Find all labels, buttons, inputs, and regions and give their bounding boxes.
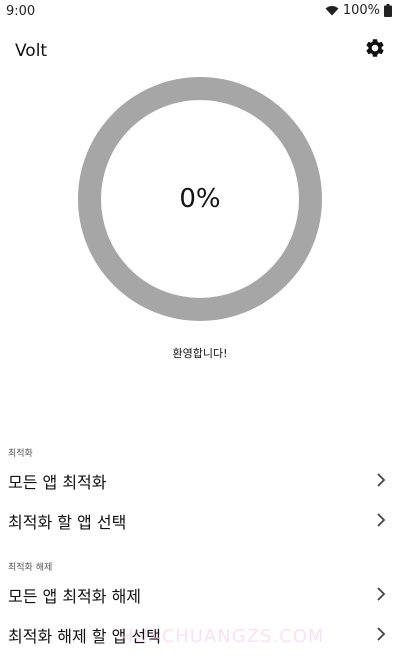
chevron-right-icon bbox=[376, 512, 386, 528]
chevron-right-icon bbox=[376, 586, 386, 602]
status-time: 9:00 bbox=[6, 4, 36, 19]
optimize-all-apps-item[interactable]: 모든 앱 최적화 bbox=[0, 460, 400, 500]
section-label-deoptimize: 최적화 해제 bbox=[8, 563, 53, 573]
welcome-message: 환영합니다! bbox=[172, 347, 228, 360]
list-item-label: 모든 앱 최적화 해제 bbox=[8, 587, 142, 606]
select-apps-to-optimize-item[interactable]: 최적화 할 앱 선택 bbox=[0, 500, 400, 540]
status-bar: 9:00 100% bbox=[0, 0, 400, 24]
wifi-icon bbox=[325, 5, 339, 16]
gear-icon bbox=[364, 37, 386, 63]
deoptimize-all-apps-item[interactable]: 모든 앱 최적화 해제 bbox=[0, 574, 400, 614]
status-right: 100% bbox=[325, 3, 392, 18]
app-screen: 9:00 100% Volt 0% 환영합니다! 최적화 모든 앱 최적화 최적… bbox=[0, 0, 400, 661]
list-item-label: 최적화 해제 할 앱 선택 bbox=[8, 627, 161, 646]
chevron-right-icon bbox=[376, 472, 386, 488]
battery-percent: 100% bbox=[342, 3, 380, 18]
app-title: Volt bbox=[15, 41, 48, 61]
settings-button[interactable] bbox=[363, 38, 387, 62]
list-item-label: 모든 앱 최적화 bbox=[8, 473, 107, 492]
select-apps-to-deoptimize-item[interactable]: 최적화 해제 할 앱 선택 bbox=[0, 614, 400, 654]
list-item-label: 최적화 할 앱 선택 bbox=[8, 513, 127, 532]
progress-percent: 0% bbox=[179, 184, 221, 214]
chevron-right-icon bbox=[376, 626, 386, 642]
battery-icon bbox=[384, 4, 392, 17]
progress-ring: 0% bbox=[78, 77, 322, 321]
section-label-optimize: 최적화 bbox=[8, 449, 33, 459]
